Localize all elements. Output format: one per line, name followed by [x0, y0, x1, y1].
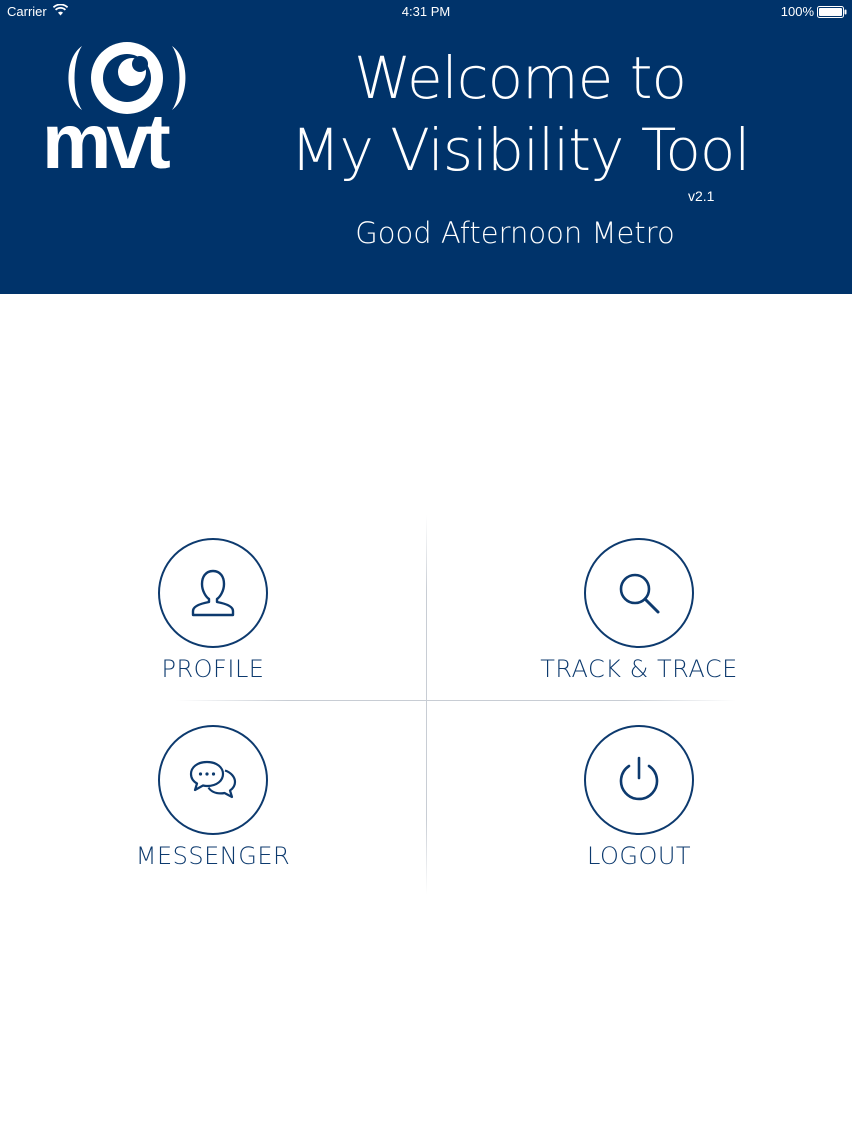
logout-button[interactable]: LOGOUT [489, 725, 789, 895]
welcome-line-1: Welcome to [354, 44, 687, 112]
status-bar: Carrier 4:31 PM 100% [0, 0, 852, 24]
greeting-text: Good Afternoon Metro [355, 216, 675, 250]
logo-text: mvt [42, 97, 171, 185]
profile-button[interactable]: PROFILE [63, 538, 363, 708]
chat-bubbles-icon [189, 760, 237, 799]
user-icon [191, 569, 235, 617]
track-and-trace-label: TRACK & TRACE [540, 655, 738, 683]
grid-divider-vertical [426, 515, 427, 895]
logout-icon-circle [584, 725, 694, 835]
messenger-label: MESSENGER [135, 842, 291, 870]
battery-icon [817, 6, 847, 18]
power-icon [619, 756, 659, 801]
header-banner: Carrier 4:31 PM 100% mvt Welcome to My V… [0, 0, 852, 294]
messenger-button[interactable]: MESSENGER [63, 725, 363, 895]
messenger-icon-circle [158, 725, 268, 835]
track-and-trace-button[interactable]: TRACK & TRACE [489, 538, 789, 708]
logout-label: LOGOUT [586, 842, 692, 870]
version-label: v2.1 [688, 188, 715, 204]
welcome-line-2: My Visibility Tool [290, 116, 751, 184]
mvt-logo: mvt [42, 40, 212, 185]
track-icon-circle [584, 538, 694, 648]
profile-icon-circle [158, 538, 268, 648]
search-icon [619, 573, 660, 614]
welcome-title: Welcome to My Visibility Tool [280, 42, 760, 186]
profile-label: PROFILE [161, 655, 265, 683]
status-battery-percent: 100% [780, 4, 814, 19]
status-time: 4:31 PM [401, 4, 451, 19]
